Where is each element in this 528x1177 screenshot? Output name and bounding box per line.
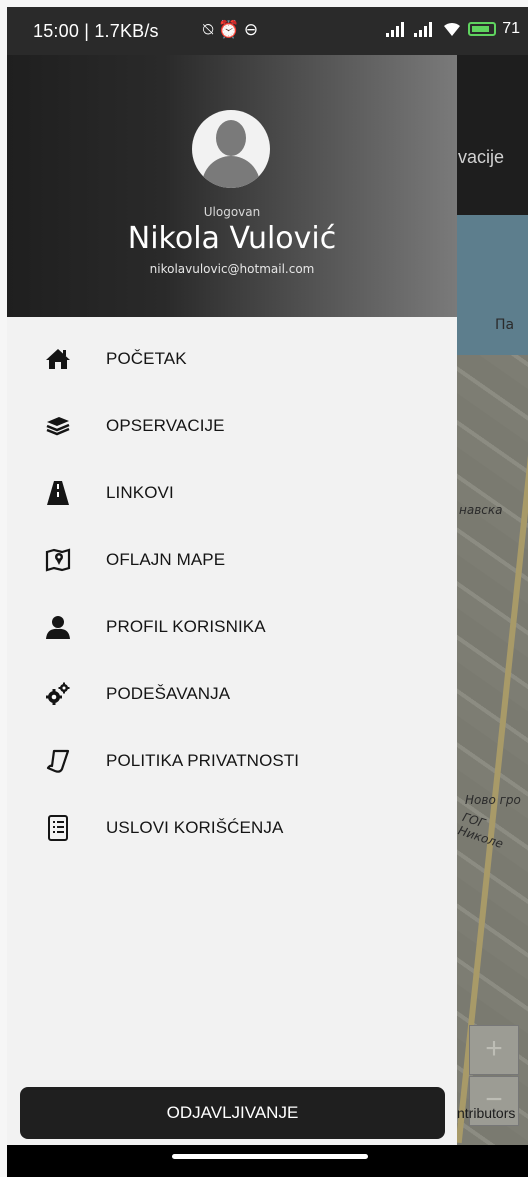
map-water (457, 215, 528, 355)
map-label: нaвска (459, 503, 503, 517)
menu-item-pocetak[interactable]: POČETAK (7, 329, 457, 389)
battery-charging-icon (468, 22, 497, 36)
menu-item-label: USLOVI KORIŠĆENJA (106, 818, 284, 837)
menu-item-label: POLITIKA PRIVATNOSTI (106, 751, 300, 770)
map-toolbar: vacije (457, 55, 528, 215)
status-time-speed: 15:00 | 1.7KB/s (33, 21, 159, 41)
menu-item-label: OPSERVACIJE (106, 416, 225, 435)
menu-item-podesavanja[interactable]: PODEŠAVANJA (7, 664, 457, 724)
menu-item-label: OFLAJN MAPE (106, 550, 226, 569)
map-tab-partial: vacije (458, 147, 505, 167)
status-bar: 15:00 | 1.7KB/s ⍉ ⏰ ⊖ 71 (7, 7, 528, 55)
avatar-head-shape (216, 120, 246, 156)
map-label: Ново гро (465, 793, 521, 807)
menu-item-oflajn-mape[interactable]: OFLAJN MAPE (7, 530, 457, 590)
phone-screen: 15:00 | 1.7KB/s ⍉ ⏰ ⊖ 71 vacije Па нaвск… (7, 7, 528, 1177)
menu-item-uslovi-koriscenja[interactable]: USLOVI KORIŠĆENJA (7, 798, 457, 858)
menu-item-label: LINKOVI (106, 483, 174, 502)
map-zoom-in-button[interactable]: + (469, 1025, 519, 1075)
alarm-icon: ⏰ (217, 20, 240, 39)
screenshot-frame: 15:00 | 1.7KB/s ⍉ ⏰ ⊖ 71 vacije Па нaвск… (0, 0, 528, 1177)
menu-item-profil-korisnika[interactable]: PROFIL KORISNIKA (7, 597, 457, 657)
menu-item-label: PROFIL KORISNIKA (106, 617, 266, 636)
menu-item-linkovi[interactable]: LINKOVI (7, 463, 457, 523)
layers-icon (43, 411, 73, 441)
logout-button[interactable]: ODJAVLJIVANJE (20, 1087, 445, 1139)
logged-in-label: Ulogovan (203, 205, 261, 219)
map-label: Па (495, 317, 515, 333)
home-indicator[interactable] (172, 1154, 368, 1159)
menu-item-label: PODEŠAVANJA (106, 684, 231, 703)
wifi-icon (444, 22, 461, 36)
signal-icon (414, 22, 433, 37)
map-pin-icon (43, 545, 73, 575)
signal-icon (386, 22, 405, 37)
avatar-body-shape (202, 156, 260, 188)
battery-percent: 71 (502, 20, 520, 37)
user-icon (43, 612, 73, 642)
sim-icon: ⊖ (243, 20, 259, 39)
background-map: vacije Па нaвска Ново гро ГОГ Николе + −… (457, 55, 528, 1145)
document-curl-icon (43, 746, 73, 776)
menu-item-label: POČETAK (106, 349, 187, 368)
list-document-icon (43, 813, 73, 843)
status-right-icons: 71 (386, 20, 520, 38)
road-icon (43, 478, 73, 508)
avatar[interactable] (192, 110, 270, 188)
system-nav-bar (7, 1145, 528, 1177)
navigation-drawer: Ulogovan Nikola Vulović nikolavulovic@ho… (7, 55, 457, 1145)
user-name: Nikola Vulović (127, 221, 337, 256)
gears-icon (43, 679, 73, 709)
user-email: nikolavulovic@hotmail.com (149, 262, 315, 276)
home-icon (43, 344, 73, 374)
silent-mode-icon: ⍉ (203, 20, 214, 39)
status-left-icons: ⍉ ⏰ ⊖ (203, 20, 258, 40)
menu-item-politika-privatnosti[interactable]: POLITIKA PRIVATNOSTI (7, 731, 457, 791)
menu-item-opservacije[interactable]: OPSERVACIJE (7, 396, 457, 456)
drawer-header: Ulogovan Nikola Vulović nikolavulovic@ho… (7, 55, 457, 317)
map-attribution: ntributors (457, 1105, 516, 1121)
